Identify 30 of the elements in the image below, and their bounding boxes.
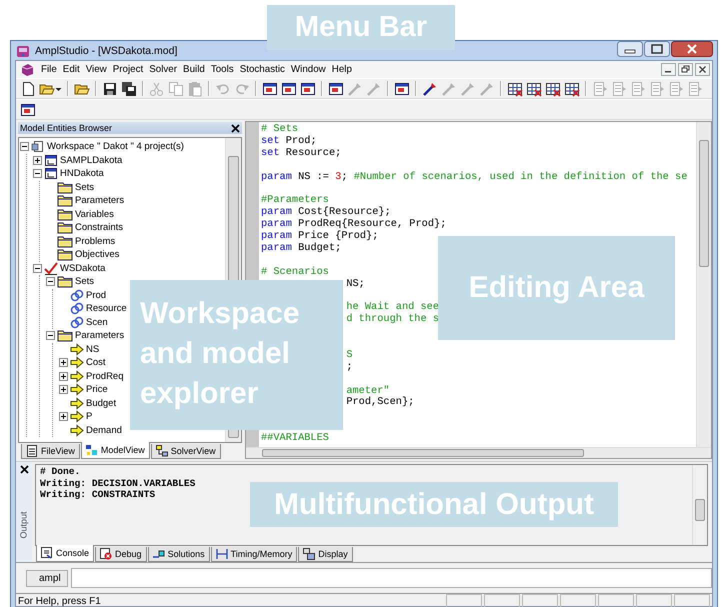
code-line: param Price {Prod}; [261, 230, 378, 242]
callout-tooltip: Editing Area [438, 236, 675, 340]
code-line: # Scenarios [261, 266, 329, 278]
callout-tooltip: Workspace and model explorer [130, 280, 343, 430]
output-line: Writing: CONSTRAINTS [40, 489, 156, 500]
callout-tooltip: Multifunctional Output [250, 482, 618, 527]
code-line: set Resource; [261, 146, 342, 159]
code-line: #Parameters [261, 194, 329, 206]
code-line: ; [346, 360, 353, 373]
code-line: param ProdReq{Resource, Prod}; [261, 218, 446, 230]
output-line: # Done. [40, 466, 82, 478]
callout-tooltip: Menu Bar [267, 5, 455, 50]
code-line: param NS := 3; #Number of scenarios, used in the definition of the se [261, 170, 688, 183]
code-line: param Cost{Resource}; [261, 206, 391, 218]
code-line: d through the s [346, 313, 440, 326]
panel-title: Output [19, 511, 29, 539]
code-line: ##VARIABLES [261, 432, 329, 444]
code-line: NS; [346, 278, 365, 290]
code-line: ameter" [346, 384, 390, 397]
code-line: he Wait and see [346, 301, 440, 314]
code-line: param Budget; [261, 242, 342, 254]
code-line: set Prod; [261, 134, 317, 147]
panel-title: Model Entities Browser [20, 123, 112, 133]
code-line: S [346, 348, 353, 361]
code-line: # Sets [261, 123, 298, 135]
status-text: For Help, press F1 [18, 596, 101, 606]
output-line: Writing: DECISION.VARIABLES [40, 478, 196, 489]
code-line: Prod,Scen}; [346, 396, 414, 408]
window-title: AmplStudio - [WSDakota.mod] [35, 44, 178, 56]
prompt-label: ampl [26, 570, 68, 586]
